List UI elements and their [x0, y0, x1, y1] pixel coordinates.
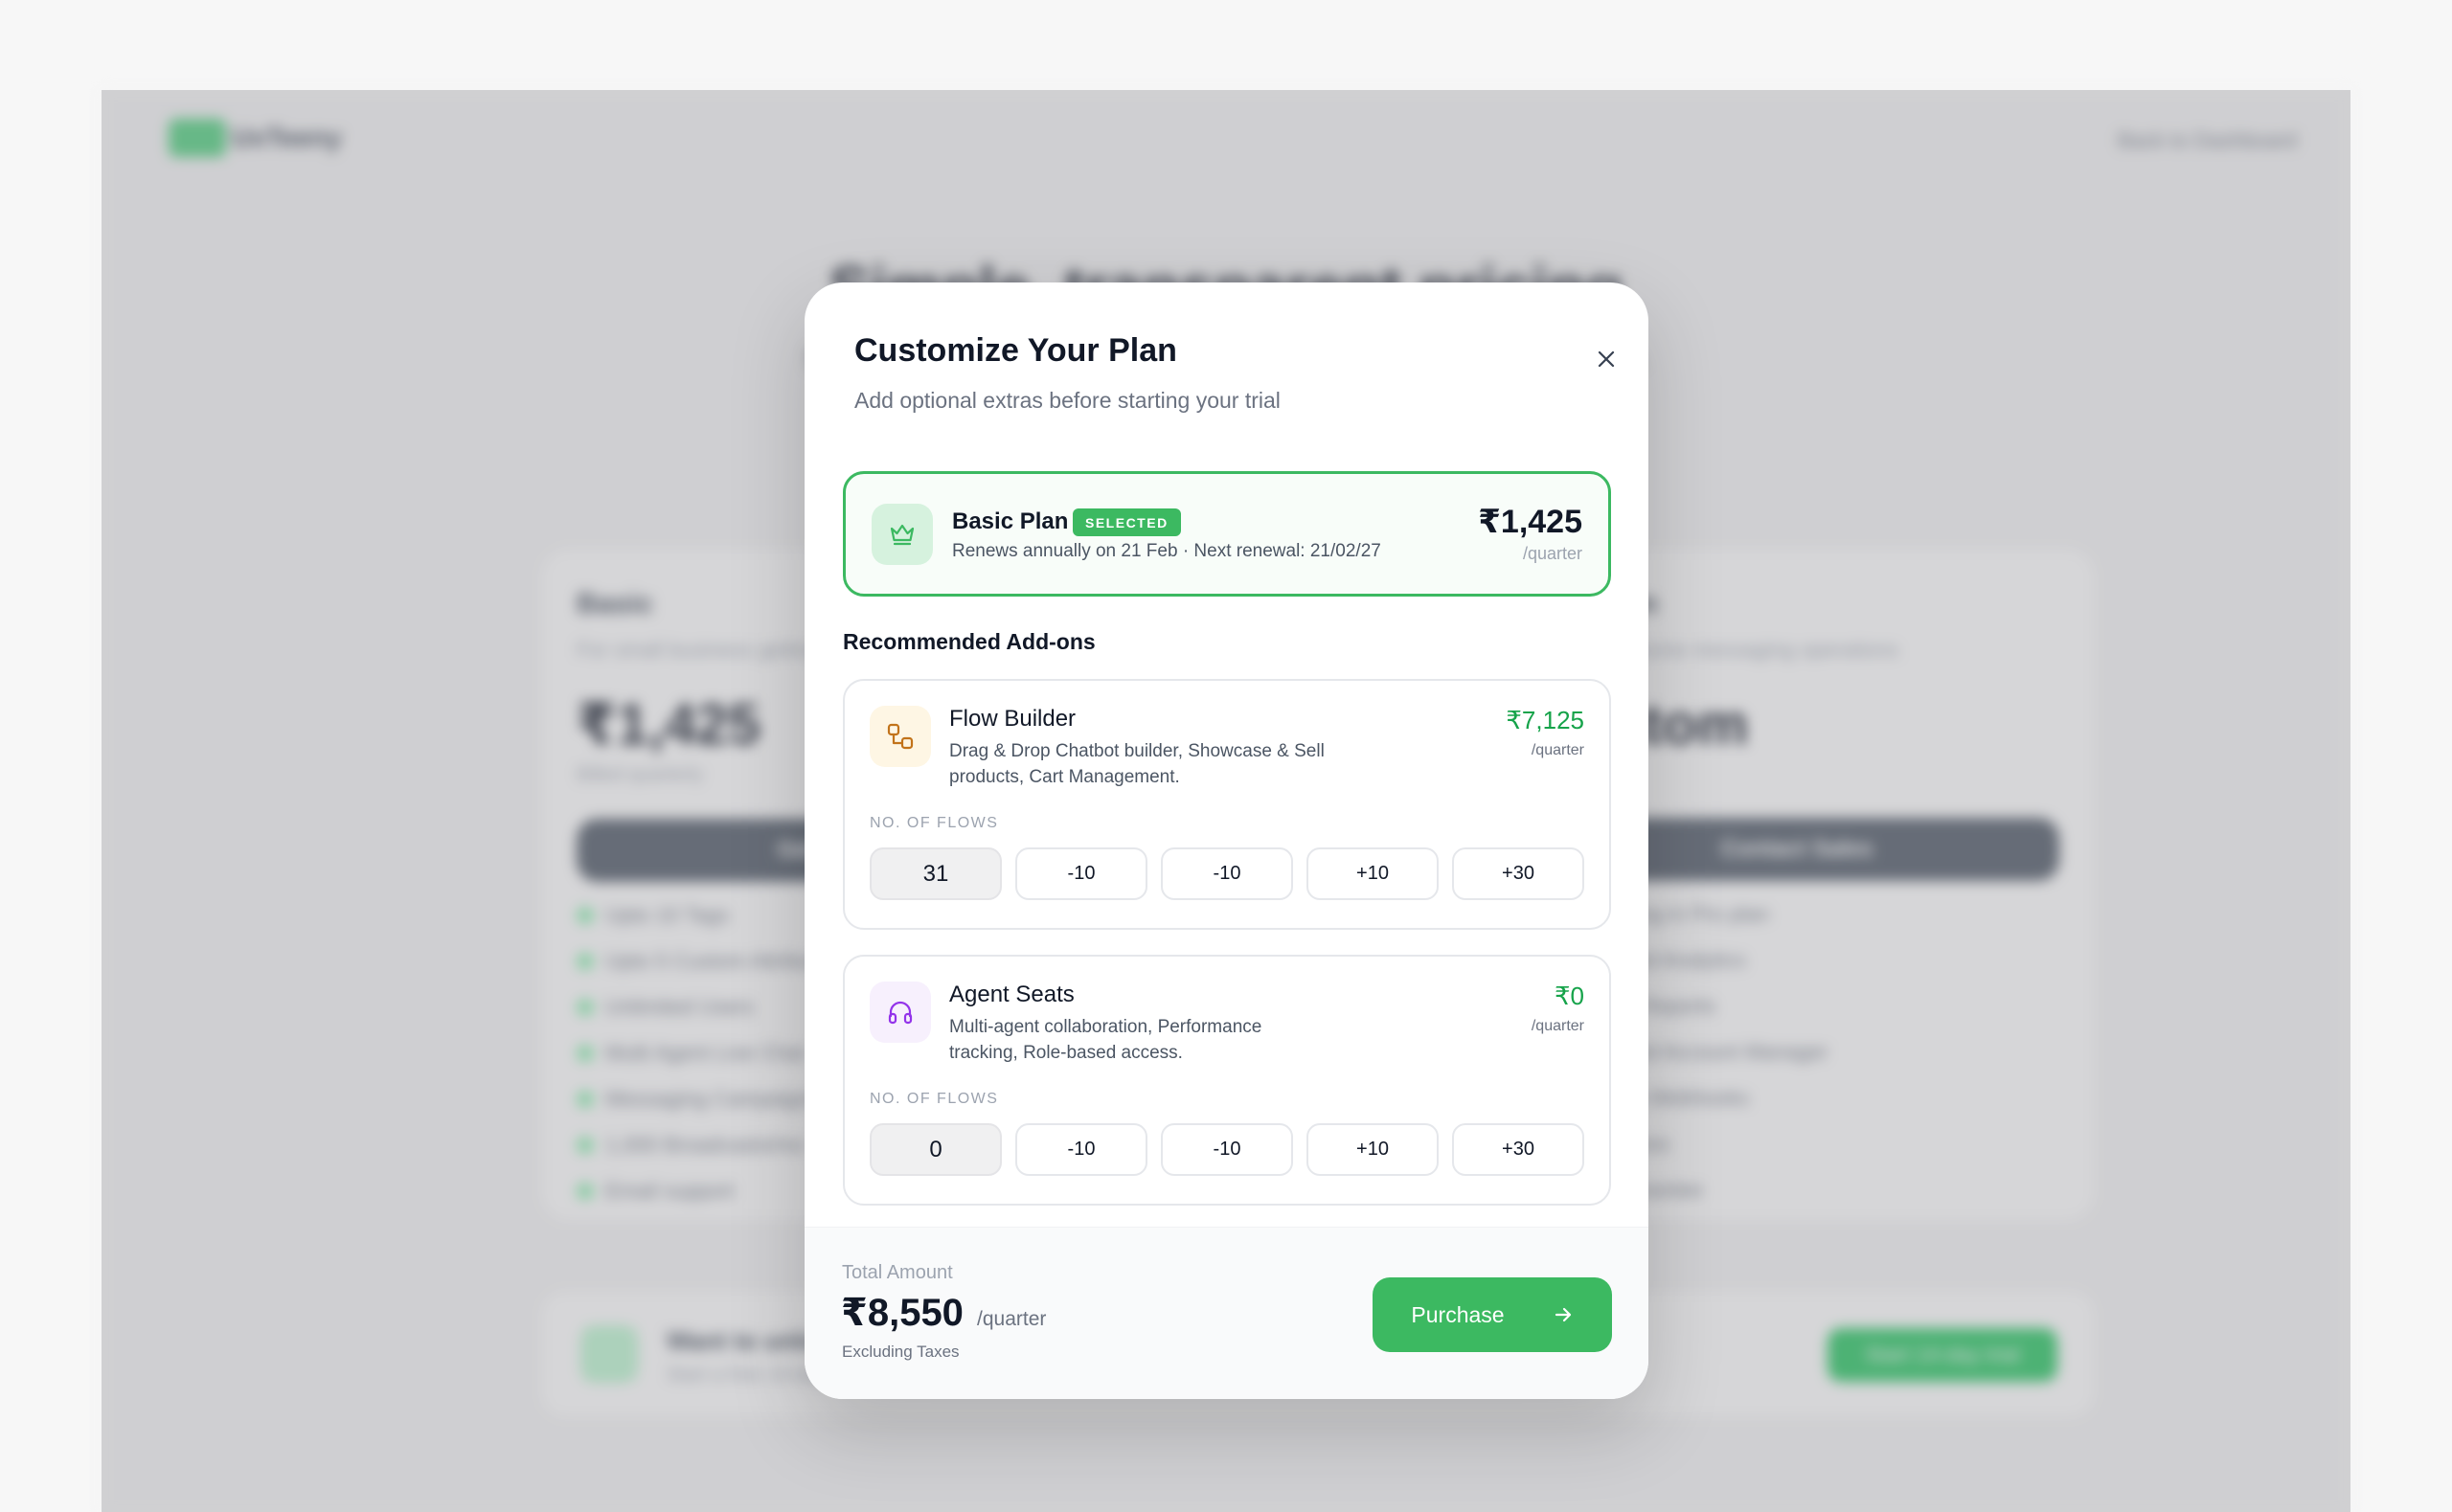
- crown-icon: [890, 524, 915, 546]
- decrement-10-button[interactable]: -10: [1161, 1123, 1293, 1176]
- total-amount: ₹8,550: [841, 1292, 964, 1334]
- plan-icon-tile: [872, 504, 933, 565]
- decrement-10-button[interactable]: -10: [1161, 847, 1293, 900]
- tax-note: Excluding Taxes: [842, 1343, 960, 1361]
- modal-title: Customize Your Plan: [854, 332, 1177, 369]
- selected-badge: SELECTED: [1073, 508, 1181, 536]
- quantity-controls: 31 -10 -10 +10 +30: [870, 847, 1584, 900]
- total-amount-label: Total Amount: [842, 1262, 953, 1283]
- close-button[interactable]: [1587, 340, 1625, 378]
- increment-30-button[interactable]: +30: [1452, 847, 1584, 900]
- decrement-10-button[interactable]: -10: [1015, 1123, 1147, 1176]
- quantity-input[interactable]: 31: [870, 847, 1002, 900]
- quantity-label: NO. OF FLOWS: [870, 815, 999, 831]
- total-period: /quarter: [977, 1308, 1047, 1330]
- arrow-right-icon: [1555, 1307, 1571, 1322]
- increment-10-button[interactable]: +10: [1306, 847, 1439, 900]
- decrement-10-button[interactable]: -10: [1015, 847, 1147, 900]
- addon-price: ₹0: [1554, 982, 1584, 1010]
- addons-section-title: Recommended Add-ons: [843, 629, 1096, 654]
- purchase-button[interactable]: Purchase: [1373, 1277, 1612, 1352]
- modal-subtitle: Add optional extras before starting your…: [854, 388, 1281, 413]
- addon-price: ₹7,125: [1506, 706, 1584, 734]
- customize-plan-modal: Customize Your Plan Add optional extras …: [805, 282, 1648, 1399]
- quantity-controls: 0 -10 -10 +10 +30: [870, 1123, 1584, 1176]
- addon-period: /quarter: [1531, 1018, 1584, 1034]
- addon-card-flow-builder: Flow Builder Drag & Drop Chatbot builder…: [843, 679, 1611, 930]
- plan-name: Basic Plan: [952, 508, 1069, 534]
- quantity-input[interactable]: 0: [870, 1123, 1002, 1176]
- selected-plan-card[interactable]: Basic Plan SELECTED Renews annually on 2…: [843, 471, 1611, 597]
- addon-icon-tile: [870, 706, 931, 767]
- addon-description: Drag & Drop Chatbot builder, Showcase & …: [949, 741, 1325, 787]
- quantity-label: NO. OF FLOWS: [870, 1091, 999, 1107]
- addon-name: Flow Builder: [949, 706, 1077, 732]
- addon-icon-tile: [870, 982, 931, 1043]
- addon-name: Agent Seats: [949, 982, 1075, 1007]
- flow-icon: [887, 723, 914, 750]
- plan-period: /quarter: [1522, 544, 1582, 563]
- addon-period: /quarter: [1531, 742, 1584, 758]
- close-icon: [1598, 350, 1615, 368]
- headphones-icon: [888, 1001, 913, 1025]
- plan-price: ₹1,425: [1478, 504, 1582, 540]
- increment-10-button[interactable]: +10: [1306, 1123, 1439, 1176]
- purchase-button-label: Purchase: [1411, 1301, 1505, 1327]
- addon-description: Multi-agent collaboration, Performance t…: [949, 1017, 1262, 1063]
- addon-card-agent-seats: Agent Seats Multi-agent collaboration, P…: [843, 955, 1611, 1206]
- increment-30-button[interactable]: +30: [1452, 1123, 1584, 1176]
- modal-footer: Total Amount ₹8,550 /quarter Excluding T…: [805, 1227, 1648, 1399]
- plan-renewal-text: Renews annually on 21 Feb · Next renewal…: [952, 541, 1381, 561]
